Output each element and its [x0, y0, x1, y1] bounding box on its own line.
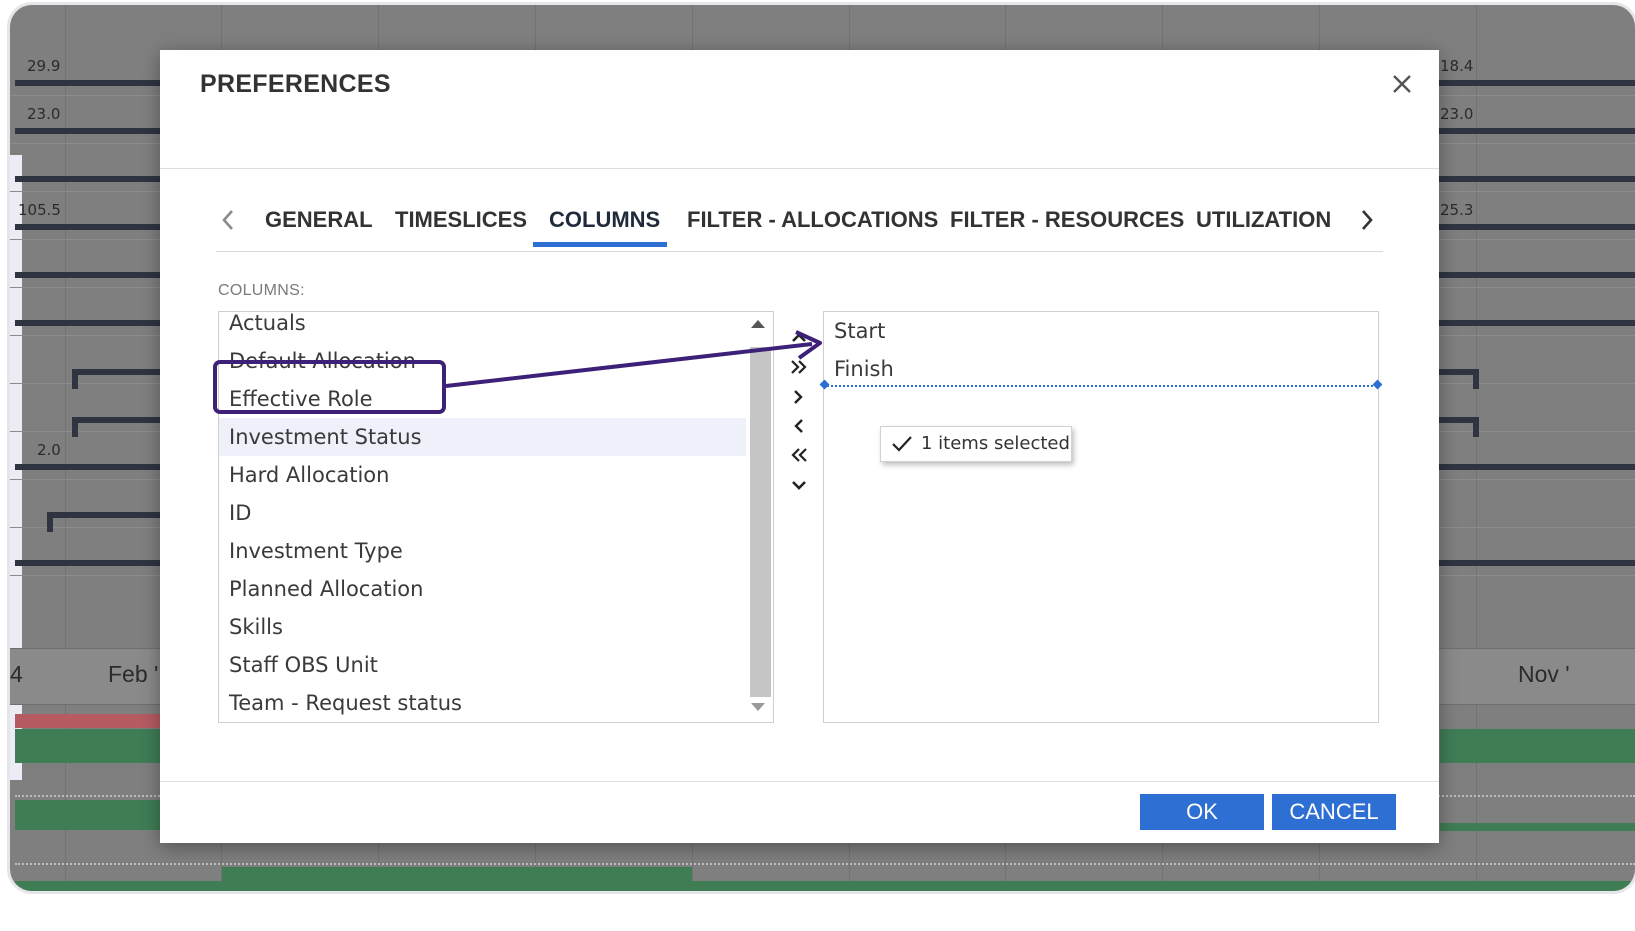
allocation-bracket: [1438, 369, 1479, 389]
row-value: 2.0: [37, 441, 61, 459]
drag-tooltip: 1 items selected: [880, 426, 1072, 462]
active-tab-indicator: [533, 242, 667, 247]
column-move-controls: [784, 320, 814, 510]
list-item[interactable]: Finish: [834, 350, 894, 388]
tooltip-text: 1 items selected: [921, 433, 1070, 454]
scroll-thumb[interactable]: [750, 347, 771, 697]
tab-bar: GENERAL TIMESLICES COLUMNS FILTER - ALLO…: [216, 195, 1383, 252]
chevron-right-icon[interactable]: [1355, 205, 1379, 235]
drop-indicator-end: [1372, 379, 1383, 390]
header-divider: [160, 168, 1439, 169]
list-item[interactable]: Staff OBS Unit: [219, 646, 746, 684]
preferences-dialog: PREFERENCES GENERAL TIMESLICES COLUMNS F…: [160, 50, 1439, 843]
row-value: 105.5: [18, 201, 61, 219]
allocation-cell: [1440, 823, 1635, 831]
list-item[interactable]: Planned Allocation: [219, 570, 746, 608]
annotation-highlight-box: [213, 360, 446, 414]
row-value: 18.4: [1440, 57, 1474, 75]
remove-selected-icon[interactable]: [784, 413, 814, 439]
timeline-label: Nov ': [1518, 661, 1570, 687]
chevron-left-icon[interactable]: [216, 205, 240, 235]
drop-indicator: [824, 385, 1377, 387]
list-item[interactable]: Team - Request status: [219, 684, 746, 722]
tab-filter-resources[interactable]: FILTER - RESOURCES: [950, 207, 1184, 233]
remove-all-icon[interactable]: [784, 442, 814, 468]
footer-divider: [160, 781, 1439, 782]
tab-columns[interactable]: COLUMNS: [549, 207, 660, 233]
dialog-title: PREFERENCES: [200, 70, 391, 98]
move-down-icon[interactable]: [784, 472, 814, 498]
scroll-up-icon[interactable]: [751, 320, 765, 328]
ok-button[interactable]: OK: [1140, 794, 1264, 830]
allocation-cell: [1440, 729, 1635, 763]
allocation-cell: [15, 800, 160, 830]
add-all-icon[interactable]: [784, 354, 814, 380]
overallocation-cell: [15, 714, 160, 728]
list-item[interactable]: Actuals: [219, 312, 746, 342]
scrollbar[interactable]: [747, 312, 773, 722]
list-item-selected[interactable]: Investment Status: [219, 418, 746, 456]
tab-timeslices[interactable]: TIMESLICES: [395, 207, 527, 233]
allocation-bracket: [1438, 417, 1479, 437]
row-value: 23.0: [1440, 105, 1474, 123]
list-item[interactable]: Hard Allocation: [219, 456, 746, 494]
columns-label: COLUMNS:: [218, 282, 305, 299]
add-selected-icon[interactable]: [784, 384, 814, 410]
row-value: 23.0: [27, 105, 61, 123]
move-up-icon[interactable]: [784, 325, 814, 351]
list-item[interactable]: Start: [834, 312, 885, 350]
list-item[interactable]: ID: [219, 494, 746, 532]
selected-columns-list[interactable]: Start Finish 1 items selected: [819, 311, 1383, 723]
row-value: 25.3: [1440, 201, 1474, 219]
checkmark-icon: [892, 436, 912, 452]
tab-filter-allocations[interactable]: FILTER - ALLOCATIONS: [687, 207, 938, 233]
timeline-label: Feb ': [108, 661, 159, 687]
drop-indicator-start: [819, 379, 830, 390]
allocation-cell: [15, 729, 160, 763]
divider: [15, 863, 1635, 865]
tab-utilization[interactable]: UTILIZATION: [1196, 207, 1331, 233]
list-item[interactable]: Skills: [219, 608, 746, 646]
tab-general[interactable]: GENERAL: [265, 207, 373, 233]
timeline-label: 4: [10, 661, 23, 687]
allocation-bracket: [47, 512, 178, 532]
allocation-cell: [15, 881, 1635, 891]
scroll-down-icon[interactable]: [751, 703, 765, 711]
cancel-button[interactable]: CANCEL: [1272, 794, 1396, 830]
list-item[interactable]: Investment Type: [219, 532, 746, 570]
row-value: 29.9: [27, 57, 61, 75]
close-icon[interactable]: [1386, 68, 1418, 100]
